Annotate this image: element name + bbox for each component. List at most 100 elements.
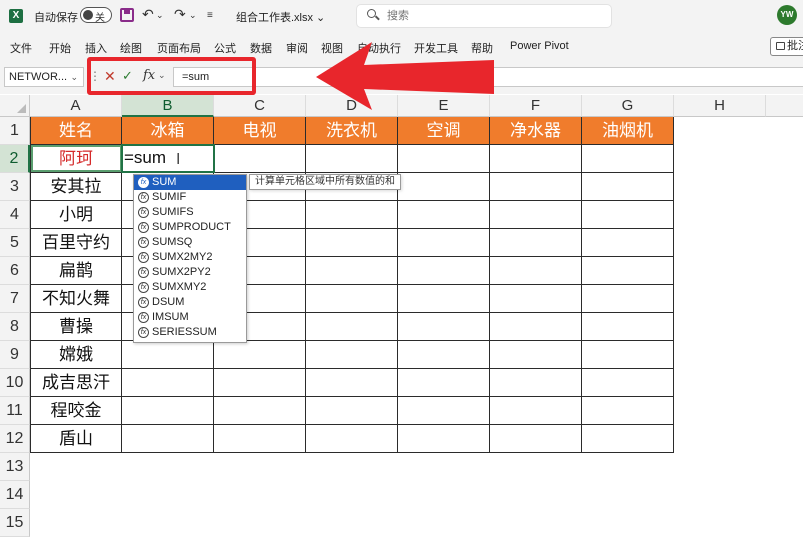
header-cell[interactable]: 净水器 bbox=[490, 117, 582, 145]
table-cell[interactable] bbox=[582, 229, 674, 257]
tab-insert[interactable]: 插入 bbox=[85, 40, 107, 56]
table-cell[interactable] bbox=[490, 257, 582, 285]
table-cell[interactable] bbox=[306, 229, 398, 257]
name-cell[interactable]: 扁鹊 bbox=[30, 257, 122, 285]
autocomplete-item[interactable]: fx SUMIFS bbox=[134, 205, 246, 220]
customize-qat-icon[interactable]: ≡ bbox=[207, 10, 213, 21]
table-cell[interactable] bbox=[306, 369, 398, 397]
table-cell[interactable] bbox=[490, 201, 582, 229]
row-header-4[interactable]: 4 bbox=[0, 201, 30, 229]
row-header-3[interactable]: 3 bbox=[0, 173, 30, 201]
table-cell[interactable] bbox=[582, 369, 674, 397]
save-icon[interactable] bbox=[120, 8, 134, 22]
autocomplete-item[interactable]: fx SUMSQ bbox=[134, 235, 246, 250]
row-header-12[interactable]: 12 bbox=[0, 425, 30, 453]
name-cell[interactable]: 不知火舞 bbox=[30, 285, 122, 313]
comments-button[interactable]: 批注 bbox=[770, 37, 803, 56]
header-cell[interactable]: 冰箱 bbox=[122, 117, 214, 145]
table-cell[interactable] bbox=[490, 313, 582, 341]
table-cell[interactable] bbox=[490, 425, 582, 453]
table-cell[interactable] bbox=[582, 313, 674, 341]
table-cell[interactable] bbox=[214, 397, 306, 425]
header-cell[interactable]: 油烟机 bbox=[582, 117, 674, 145]
column-header-c[interactable]: C bbox=[214, 95, 306, 117]
table-cell[interactable] bbox=[398, 257, 490, 285]
autosave-toggle[interactable]: 关 bbox=[80, 7, 112, 24]
row-header-5[interactable]: 5 bbox=[0, 229, 30, 257]
row-header-8[interactable]: 8 bbox=[0, 313, 30, 341]
autocomplete-item[interactable]: fx DSUM bbox=[134, 295, 246, 310]
tab-formulas[interactable]: 公式 bbox=[214, 40, 236, 56]
name-cell[interactable]: 小明 bbox=[30, 201, 122, 229]
table-cell[interactable] bbox=[398, 229, 490, 257]
row-header-1[interactable]: 1 bbox=[0, 117, 30, 145]
table-cell[interactable] bbox=[398, 425, 490, 453]
autocomplete-item[interactable]: fx SUMX2MY2 bbox=[134, 250, 246, 265]
column-header-a[interactable]: A bbox=[30, 95, 122, 117]
autocomplete-item[interactable]: fx SUM bbox=[134, 175, 246, 190]
table-cell[interactable] bbox=[214, 341, 306, 369]
row-header-2[interactable]: 2 bbox=[0, 145, 30, 173]
search-input[interactable] bbox=[387, 8, 587, 24]
autocomplete-item[interactable]: fx SUMIF bbox=[134, 190, 246, 205]
file-name[interactable]: 组合工作表.xlsx ⌄ bbox=[236, 9, 325, 25]
table-cell[interactable] bbox=[582, 425, 674, 453]
tab-power-pivot[interactable]: Power Pivot bbox=[510, 40, 569, 52]
autocomplete-item[interactable]: fx SUMPRODUCT bbox=[134, 220, 246, 235]
name-cell[interactable]: 安其拉 bbox=[30, 173, 122, 201]
table-cell[interactable] bbox=[306, 201, 398, 229]
row-header-11[interactable]: 11 bbox=[0, 397, 30, 425]
header-cell[interactable]: 空调 bbox=[398, 117, 490, 145]
tab-home[interactable]: 开始 bbox=[49, 40, 71, 56]
table-cell[interactable] bbox=[398, 285, 490, 313]
table-cell[interactable] bbox=[582, 257, 674, 285]
table-cell[interactable] bbox=[490, 369, 582, 397]
tab-draw[interactable]: 绘图 bbox=[120, 40, 142, 56]
undo-dropdown-icon[interactable]: ⌄ bbox=[156, 10, 164, 21]
tab-page-layout[interactable]: 页面布局 bbox=[157, 40, 201, 56]
autocomplete-item[interactable]: fx SUMX2PY2 bbox=[134, 265, 246, 280]
tab-file[interactable]: 文件 bbox=[10, 40, 32, 56]
table-cell[interactable] bbox=[306, 397, 398, 425]
undo-icon[interactable]: ↶ bbox=[142, 6, 154, 23]
column-header-h[interactable]: H bbox=[674, 95, 766, 117]
table-cell[interactable] bbox=[582, 173, 674, 201]
tab-review[interactable]: 审阅 bbox=[286, 40, 308, 56]
table-cell[interactable] bbox=[398, 397, 490, 425]
table-cell[interactable] bbox=[398, 145, 490, 173]
row-header-10[interactable]: 10 bbox=[0, 369, 30, 397]
column-header-f[interactable]: F bbox=[490, 95, 582, 117]
table-cell[interactable] bbox=[214, 425, 306, 453]
header-cell[interactable]: 电视 bbox=[214, 117, 306, 145]
table-cell[interactable] bbox=[122, 369, 214, 397]
table-cell[interactable] bbox=[306, 257, 398, 285]
table-cell[interactable] bbox=[490, 229, 582, 257]
table-cell[interactable] bbox=[306, 313, 398, 341]
header-cell[interactable]: 姓名 bbox=[30, 117, 122, 145]
name-box[interactable]: NETWOR... ⌄ bbox=[4, 67, 84, 87]
table-cell[interactable] bbox=[582, 285, 674, 313]
table-cell[interactable] bbox=[398, 369, 490, 397]
name-cell[interactable]: 阿珂 bbox=[30, 145, 122, 173]
autocomplete-item[interactable]: fx IMSUM bbox=[134, 310, 246, 325]
redo-dropdown-icon[interactable]: ⌄ bbox=[189, 10, 197, 21]
table-cell[interactable] bbox=[398, 313, 490, 341]
name-cell[interactable]: 曹操 bbox=[30, 313, 122, 341]
autocomplete-item[interactable]: fx SUMXMY2 bbox=[134, 280, 246, 295]
search-box[interactable] bbox=[356, 4, 612, 28]
row-header-6[interactable]: 6 bbox=[0, 257, 30, 285]
table-cell[interactable] bbox=[306, 425, 398, 453]
column-header-g[interactable]: G bbox=[582, 95, 674, 117]
row-header-9[interactable]: 9 bbox=[0, 341, 30, 369]
select-all-corner[interactable] bbox=[0, 95, 30, 117]
name-cell[interactable]: 成吉思汗 bbox=[30, 369, 122, 397]
name-cell[interactable]: 嫦娥 bbox=[30, 341, 122, 369]
function-autocomplete-list[interactable]: fx SUM fx SUMIF fx SUMIFS fx SUMPRODUCT fx SUMSQ f… bbox=[133, 174, 247, 343]
table-cell[interactable] bbox=[582, 341, 674, 369]
table-cell[interactable] bbox=[122, 425, 214, 453]
table-cell[interactable] bbox=[398, 341, 490, 369]
column-header-b[interactable]: B bbox=[122, 95, 214, 117]
name-cell[interactable]: 百里守约 bbox=[30, 229, 122, 257]
name-cell[interactable]: 盾山 bbox=[30, 425, 122, 453]
table-cell[interactable] bbox=[490, 285, 582, 313]
